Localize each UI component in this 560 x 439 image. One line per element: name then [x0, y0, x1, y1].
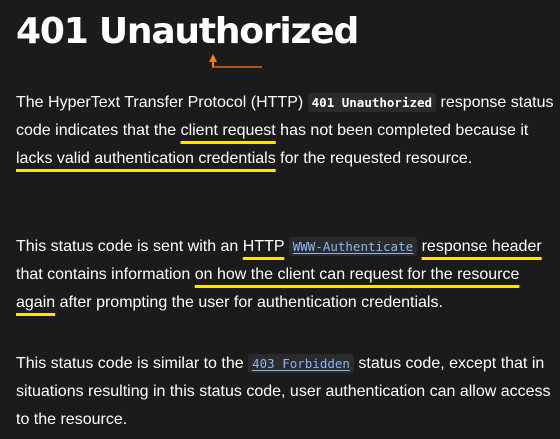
paragraph-text: for the requested resource.: [275, 150, 473, 167]
www-authenticate-link[interactable]: WWW-Authenticate: [288, 237, 418, 256]
highlighted-response-header: response header: [421, 238, 542, 255]
paragraph-text: This status code is sent with an: [16, 238, 243, 255]
403-forbidden-link[interactable]: 403 Forbidden: [248, 354, 354, 373]
status-code-inline: 401 Unauthorized: [307, 93, 437, 112]
paragraph-text: that contains information: [16, 266, 195, 283]
cursor-marker-icon: [209, 54, 262, 68]
highlighted-client-request: client request: [180, 122, 276, 139]
page-title: 401 Unauthorized: [16, 11, 359, 52]
paragraph-text: has not been completed because it: [275, 122, 529, 139]
forbidden-paragraph: This status code is similar to the 403 F…: [16, 350, 556, 434]
description-paragraph: The HyperText Transfer Protocol (HTTP) 4…: [16, 89, 556, 173]
paragraph-text: after prompting the user for authenticat…: [55, 294, 443, 311]
paragraph-text: This status code is similar to the: [16, 355, 249, 372]
highlighted-http: HTTP: [242, 238, 285, 255]
header-paragraph: This status code is sent with an HTTP WW…: [16, 233, 556, 317]
highlighted-credentials: lacks valid authentication credentials: [16, 150, 276, 167]
paragraph-text: The HyperText Transfer Protocol (HTTP): [16, 94, 308, 111]
